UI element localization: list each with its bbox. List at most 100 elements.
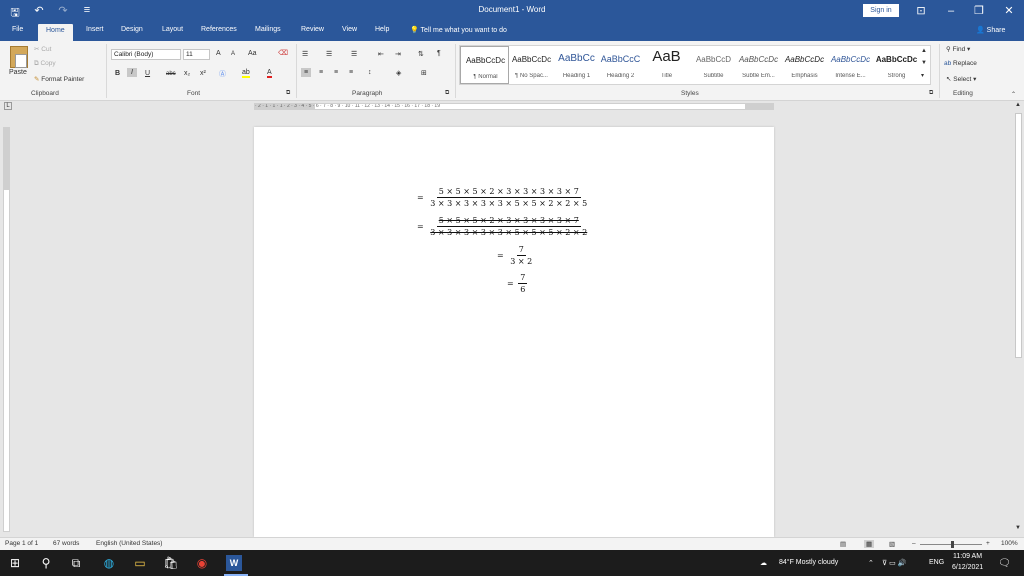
tab-file[interactable]: File — [12, 26, 23, 33]
sign-in-button[interactable]: Sign in — [863, 4, 899, 17]
tray-icons[interactable]: ⊽ ▭ 🔊 — [882, 559, 906, 567]
page-count[interactable]: Page 1 of 1 — [5, 540, 38, 547]
input-language[interactable]: ENG — [929, 559, 944, 566]
zoom-slider-thumb[interactable] — [951, 541, 954, 548]
style-subtitle[interactable]: AaBbCcD Subtitle — [689, 46, 738, 84]
style-no-spacing[interactable]: AaBbCcDc ¶ No Spac... — [507, 46, 556, 84]
restore-icon[interactable]: ❐ — [970, 3, 988, 19]
tab-review[interactable]: Review — [301, 26, 324, 33]
decrease-indent-icon[interactable]: ⇤ — [378, 50, 384, 58]
tab-layout[interactable]: Layout — [162, 26, 183, 33]
edge-icon[interactable]: ◍ — [101, 555, 117, 571]
store-icon[interactable]: 🛍 — [163, 555, 179, 571]
scroll-down-icon[interactable]: ▼ — [1015, 525, 1021, 531]
close-icon[interactable]: ✕ — [1000, 3, 1018, 19]
align-right-icon[interactable]: ≡ — [334, 69, 338, 76]
paste-button[interactable]: Paste — [9, 69, 27, 76]
line-spacing-icon[interactable]: ↕ — [368, 69, 372, 76]
tab-design[interactable]: Design — [121, 26, 143, 33]
vertical-ruler[interactable] — [3, 127, 10, 532]
dialog-launcher-icon[interactable]: ⧉ — [286, 90, 290, 97]
shrink-font-button[interactable]: A — [231, 51, 235, 57]
subscript-button[interactable]: x₂ — [184, 70, 190, 77]
font-name-combo[interactable]: Calibri (Body) — [111, 49, 181, 60]
word-count[interactable]: 67 words — [53, 540, 79, 547]
clear-formatting-icon[interactable]: ⌫ — [278, 49, 288, 57]
cut-button[interactable]: ✂ Cut — [34, 45, 51, 53]
tab-view[interactable]: View — [342, 26, 357, 33]
chrome-icon[interactable]: ◉ — [194, 555, 210, 571]
tab-home[interactable]: Home — [38, 24, 73, 41]
align-center-icon[interactable]: ≡ — [319, 69, 323, 76]
change-case-button[interactable]: Aa — [248, 50, 257, 57]
show-marks-icon[interactable]: ¶ — [437, 50, 441, 57]
bullets-icon[interactable]: ☰ — [302, 50, 308, 58]
language-status[interactable]: English (United States) — [96, 540, 162, 547]
clock-time[interactable]: 11:09 AM — [953, 553, 982, 560]
collapse-ribbon-icon[interactable]: ⌃ — [1011, 91, 1016, 98]
tab-references[interactable]: References — [201, 26, 237, 33]
style-emphasis[interactable]: AaBbCcDc Emphasis — [780, 46, 829, 84]
text-effects-icon[interactable]: Ⓐ — [219, 69, 226, 79]
search-icon[interactable]: ⚲ — [38, 555, 54, 571]
format-painter-button[interactable]: ✎ Format Painter — [34, 75, 84, 83]
zoom-out-button[interactable]: – — [912, 540, 916, 547]
style-subtle-emphasis[interactable]: AaBbCcDc Subtle Em... — [734, 46, 783, 84]
tab-selector-icon[interactable]: L — [4, 102, 12, 110]
underline-button[interactable]: U — [145, 70, 150, 77]
sort-icon[interactable]: ⇅ — [418, 50, 424, 58]
print-layout-icon[interactable]: ▦ — [864, 540, 875, 548]
italic-button[interactable]: I — [127, 68, 137, 77]
replace-button[interactable]: ab Replace — [944, 60, 977, 67]
scroll-up-icon[interactable]: ▲ — [1015, 102, 1021, 108]
clock-date[interactable]: 6/12/2021 — [952, 564, 983, 571]
copy-button[interactable]: ⧉ Copy — [34, 60, 56, 68]
zoom-level[interactable]: 100% — [1001, 540, 1018, 547]
style-heading-2[interactable]: AaBbCcC Heading 2 — [596, 46, 645, 84]
bold-button[interactable]: B — [115, 70, 120, 77]
zoom-in-button[interactable]: + — [986, 540, 990, 547]
style-intense-emphasis[interactable]: AaBbCcDc Intense E... — [826, 46, 875, 84]
paste-icon[interactable] — [10, 46, 28, 68]
highlight-icon[interactable]: ab — [242, 69, 250, 78]
tray-chevron-icon[interactable]: ⌃ — [868, 559, 874, 567]
minimize-icon[interactable]: – — [942, 3, 960, 19]
tab-help[interactable]: Help — [375, 26, 389, 33]
tab-mailings[interactable]: Mailings — [255, 26, 281, 33]
dialog-launcher-icon[interactable]: ⧉ — [445, 90, 449, 97]
find-button[interactable]: ⚲ Find ▾ — [946, 45, 970, 53]
superscript-button[interactable]: x² — [200, 70, 206, 77]
font-size-combo[interactable]: 11 — [183, 49, 210, 60]
shading-icon[interactable]: ◈ — [396, 69, 401, 77]
grow-font-button[interactable]: A — [216, 50, 221, 57]
multilevel-list-icon[interactable]: ☰ — [351, 50, 357, 58]
windows-start-icon[interactable]: ⊞ — [7, 555, 23, 571]
dialog-launcher-icon[interactable]: ⧉ — [929, 90, 933, 97]
align-left-icon[interactable]: ≡ — [301, 68, 312, 77]
read-mode-icon[interactable]: ▤ — [840, 540, 846, 548]
weather-icon[interactable]: ☁ — [760, 559, 767, 567]
borders-icon[interactable]: ⊞ — [421, 69, 427, 77]
style-normal[interactable]: AaBbCcDc ¶ Normal — [460, 46, 509, 84]
justify-icon[interactable]: ≡ — [349, 69, 353, 76]
word-app-icon[interactable]: W — [226, 555, 242, 571]
vertical-scrollbar[interactable]: ▲ ▼ — [1013, 101, 1024, 535]
tab-insert[interactable]: Insert — [86, 26, 104, 33]
tell-me-search[interactable]: 💡 Tell me what you want to do — [410, 26, 507, 34]
ribbon-display-icon[interactable]: ⊡ — [912, 3, 930, 19]
weather-status[interactable]: 84°F Mostly cloudy — [779, 559, 838, 566]
style-heading-1[interactable]: AaBbCc Heading 1 — [552, 46, 601, 84]
style-strong[interactable]: AaBbCcDc Strong — [872, 46, 921, 84]
notifications-icon[interactable]: 🗨 — [998, 558, 1011, 569]
styles-scroll-up-icon[interactable]: ▲ — [921, 48, 927, 54]
increase-indent-icon[interactable]: ⇥ — [395, 50, 401, 58]
select-button[interactable]: ↖ Select ▾ — [946, 75, 976, 83]
document-page[interactable]: = 5 × 5 × 5 × 2 × 3 × 3 × 3 × 3 × 7 3 × … — [254, 127, 774, 537]
styles-scroll-down-icon[interactable]: ▼ — [921, 60, 927, 66]
numbering-icon[interactable]: ☰ — [326, 50, 332, 58]
web-layout-icon[interactable]: ▧ — [889, 540, 895, 548]
horizontal-ruler[interactable]: · 2 · 1 · 1 · 1 · 2 · 3 · 4 · 5 · 6 · 7 … — [254, 103, 774, 110]
font-color-icon[interactable]: A — [267, 69, 272, 78]
file-explorer-icon[interactable]: ▭ — [132, 555, 148, 571]
task-view-icon[interactable]: ⧉ — [68, 555, 84, 571]
